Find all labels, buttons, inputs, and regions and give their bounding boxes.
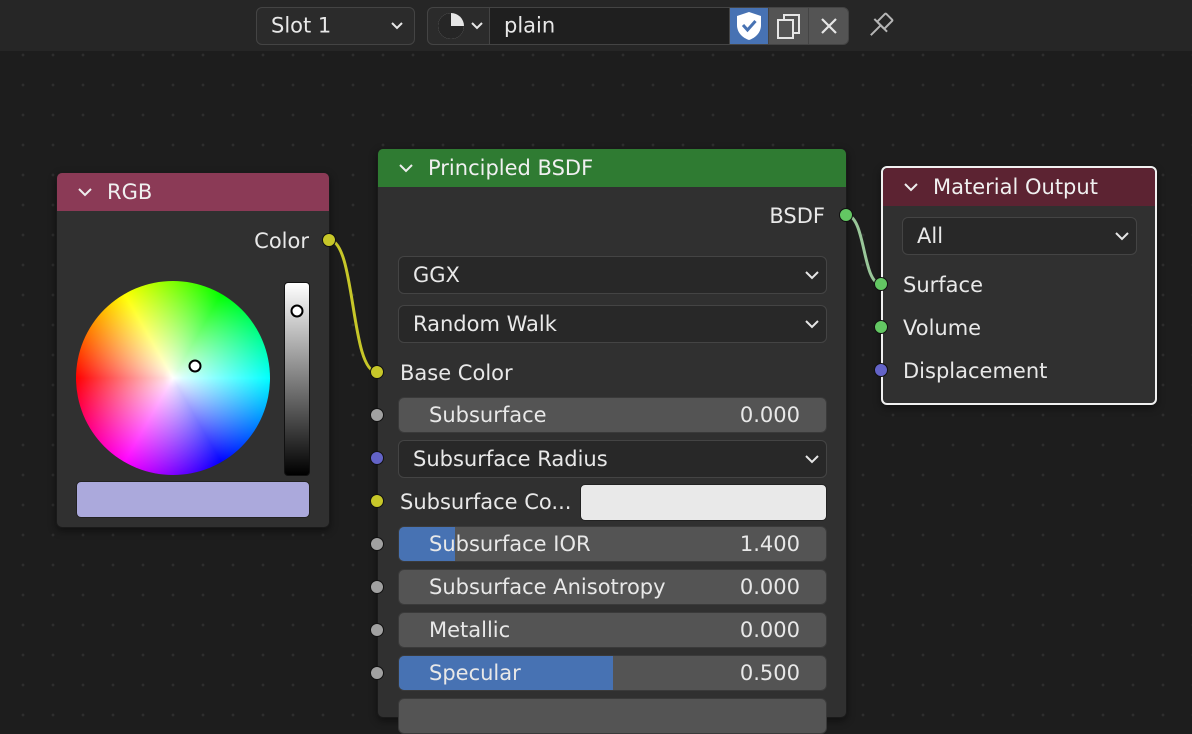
specular-value: 0.500: [739, 661, 800, 685]
value-slider-cursor[interactable]: [290, 304, 304, 318]
subsurface-anisotropy-field[interactable]: Subsurface Anisotropy 0.000: [398, 569, 827, 605]
subsurface-method-value: Random Walk: [413, 312, 557, 336]
link-bsdf-to-surface: [845, 213, 882, 286]
rgb-node[interactable]: RGB Color: [56, 172, 330, 528]
subsurface-ior-field[interactable]: Subsurface IOR 1.400: [398, 526, 827, 562]
metallic-field[interactable]: Metallic 0.000: [398, 612, 827, 648]
subsurface-color-swatch[interactable]: [580, 484, 827, 521]
distribution-value: GGX: [413, 263, 460, 287]
metallic-value: 0.000: [739, 618, 800, 642]
color-wheel-cursor[interactable]: [188, 359, 202, 373]
bsdf-node-title: Principled BSDF: [428, 156, 594, 180]
subsurface-ior-socket[interactable]: [370, 537, 384, 551]
subsurface-radius-label: Subsurface Radius: [413, 447, 608, 471]
subsurface-radius-socket[interactable]: [370, 451, 384, 465]
volume-label: Volume: [903, 316, 982, 340]
output-node-title: Material Output: [933, 175, 1098, 199]
surface-label: Surface: [903, 273, 984, 297]
collapse-chevron-icon[interactable]: [398, 163, 414, 173]
metallic-socket[interactable]: [370, 623, 384, 637]
chevron-down-icon: [1115, 232, 1129, 241]
link-color-to-base-color: [328, 238, 378, 374]
rgb-color-output-socket[interactable]: [322, 233, 336, 247]
displacement-label: Displacement: [903, 359, 1048, 383]
subsurface-anisotropy-label: Subsurface Anisotropy: [429, 575, 666, 599]
base-color-socket[interactable]: [370, 365, 384, 379]
principled-bsdf-node[interactable]: Principled BSDF BSDF GGX Random Walk Bas…: [377, 148, 847, 734]
next-input-field[interactable]: [398, 698, 827, 734]
color-swatch[interactable]: [76, 481, 310, 518]
rgb-output-label: Color: [254, 229, 309, 253]
output-node-header[interactable]: Material Output: [883, 168, 1155, 206]
subsurface-method-select[interactable]: Random Walk: [398, 305, 827, 343]
subsurface-value: 0.000: [739, 403, 800, 427]
subsurface-label: Subsurface: [429, 403, 547, 427]
subsurface-socket[interactable]: [370, 408, 384, 422]
bsdf-output-label: BSDF: [769, 204, 825, 228]
bsdf-output-socket[interactable]: [839, 208, 853, 222]
distribution-select[interactable]: GGX: [398, 256, 827, 294]
chevron-down-icon: [805, 320, 819, 329]
rgb-node-title: RGB: [107, 180, 153, 204]
specular-field[interactable]: Specular 0.500: [398, 655, 827, 691]
rgb-node-header[interactable]: RGB: [57, 173, 329, 211]
bsdf-node-header[interactable]: Principled BSDF: [378, 149, 846, 187]
subsurface-color-socket[interactable]: [370, 494, 384, 508]
subsurface-color-label: Subsurface Co...: [400, 490, 572, 514]
chevron-down-icon: [805, 271, 819, 280]
subsurface-ior-label: Subsurface IOR: [429, 532, 591, 556]
subsurface-ior-value: 1.400: [739, 532, 800, 556]
specular-socket[interactable]: [370, 666, 384, 680]
subsurface-anisotropy-socket[interactable]: [370, 580, 384, 594]
volume-socket[interactable]: [874, 320, 888, 334]
displacement-socket[interactable]: [874, 363, 888, 377]
target-select[interactable]: All: [902, 217, 1137, 255]
base-color-label: Base Color: [400, 361, 513, 385]
metallic-label: Metallic: [429, 618, 511, 642]
material-output-node[interactable]: Material Output All Surface Volume Displ…: [881, 166, 1157, 405]
subsurface-field[interactable]: Subsurface 0.000: [398, 397, 827, 433]
specular-label: Specular: [429, 661, 521, 685]
surface-socket[interactable]: [874, 277, 888, 291]
color-wheel[interactable]: [76, 281, 270, 475]
subsurface-anisotropy-value: 0.000: [739, 575, 800, 599]
target-value: All: [917, 224, 944, 248]
chevron-down-icon: [805, 455, 819, 464]
subsurface-radius-select[interactable]: Subsurface Radius: [398, 440, 827, 478]
collapse-chevron-icon[interactable]: [77, 187, 93, 197]
collapse-chevron-icon[interactable]: [903, 182, 919, 192]
